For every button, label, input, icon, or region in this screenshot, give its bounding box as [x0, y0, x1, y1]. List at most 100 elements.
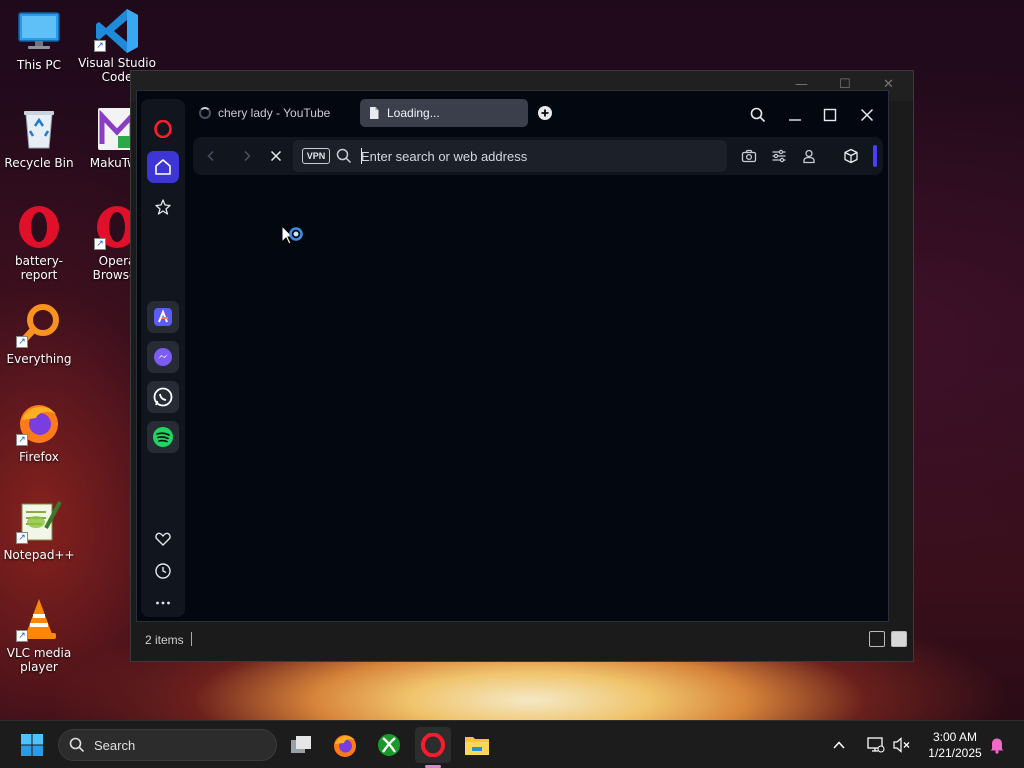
opera-logo-icon	[421, 733, 445, 757]
start-button[interactable]	[14, 727, 50, 763]
sidebar-more-button[interactable]	[147, 587, 179, 619]
shortcut-arrow-icon: ↗	[94, 238, 106, 250]
shortcut-arrow-icon: ↗	[16, 630, 28, 642]
shortcut-arrow-icon: ↗	[16, 532, 28, 544]
back-arrow-icon	[207, 150, 214, 162]
cube-icon	[844, 148, 858, 164]
taskbar-opera[interactable]	[415, 727, 451, 763]
close-icon	[270, 150, 282, 162]
maximize-icon	[823, 108, 837, 122]
aria-icon	[154, 308, 172, 326]
sidebar-item-messenger[interactable]	[147, 341, 179, 373]
sidebar-item-spotify[interactable]	[147, 421, 179, 453]
tab-title: Loading...	[387, 106, 440, 120]
search-label: Search	[94, 738, 136, 753]
desktop-icon-label: This PC	[17, 58, 61, 72]
network-status-button[interactable]	[863, 727, 889, 763]
sidebar-item-history[interactable]	[147, 555, 179, 587]
notepadpp-icon: ↗	[16, 498, 62, 544]
desktop-icon-this-pc[interactable]: This PC	[0, 8, 78, 72]
taskbar-search-box[interactable]: Search	[58, 729, 277, 761]
tab-search-button[interactable]	[746, 105, 770, 125]
vpn-badge[interactable]: VPN	[302, 148, 330, 164]
loading-spinner-icon	[199, 107, 211, 119]
desktop-icon-battery-report[interactable]: battery-report	[0, 204, 78, 282]
tab-bar: chery lady - YouTube Loading...	[193, 97, 888, 127]
taskbar-file-explorer[interactable]	[459, 727, 495, 763]
sidebar-item-whatsapp[interactable]	[147, 381, 179, 413]
forward-button[interactable]	[237, 146, 257, 166]
window-close-button[interactable]	[855, 105, 879, 125]
sidebar-item-bookmarks[interactable]	[147, 523, 179, 555]
folder-icon	[465, 737, 489, 755]
minimize-icon	[789, 119, 801, 121]
profile-button[interactable]	[799, 146, 819, 166]
opera-browser-window[interactable]: chery lady - YouTube Loading... VPN Ente…	[136, 90, 889, 622]
page-icon	[370, 107, 379, 119]
search-icon	[750, 107, 766, 123]
window-maximize-button[interactable]	[818, 105, 842, 125]
easy-setup-button[interactable]	[769, 146, 789, 166]
details-view-icon[interactable]	[869, 631, 885, 647]
desktop-icon-vlc[interactable]: ↗ VLC media player	[0, 596, 78, 674]
star-icon	[155, 199, 171, 215]
opera-menu-button[interactable]	[147, 113, 179, 145]
stop-loading-button[interactable]	[266, 146, 286, 166]
text-caret	[361, 148, 362, 164]
sidebar-item-home[interactable]	[147, 151, 179, 183]
taskbar-xbox[interactable]	[371, 727, 407, 763]
taskbar-firefox[interactable]	[327, 727, 363, 763]
network-icon	[867, 737, 885, 753]
notifications-button[interactable]	[984, 727, 1010, 763]
clock-time: 3:00 AM	[932, 730, 978, 744]
home-icon	[155, 159, 171, 175]
clock-icon	[155, 563, 171, 579]
desktop-icon-notepadpp[interactable]: ↗ Notepad++	[0, 498, 78, 562]
tiles-view-icon[interactable]	[891, 631, 907, 647]
clock-date: 1/21/2025	[928, 746, 982, 760]
messenger-icon	[154, 348, 172, 366]
opera-sidebar	[141, 99, 185, 617]
snapshot-button[interactable]	[739, 146, 759, 166]
desktop-icon-recycle-bin[interactable]: Recycle Bin	[0, 106, 78, 170]
taskbar: Search 3:00 AM 1/21/2025	[0, 720, 1024, 768]
new-tab-button[interactable]	[533, 103, 557, 123]
speaker-muted-icon	[893, 737, 910, 753]
task-view-button[interactable]	[283, 727, 319, 763]
desktop-icon-label: Recycle Bin	[4, 156, 74, 170]
search-icon	[336, 148, 352, 168]
heart-icon	[155, 532, 171, 546]
desktop-icon-label: VLC media player	[6, 646, 72, 674]
tab-loading[interactable]: Loading...	[360, 99, 528, 127]
firefox-icon	[334, 735, 356, 757]
back-button[interactable]	[201, 146, 221, 166]
desktop-icon-everything[interactable]: ↗ Everything	[0, 302, 78, 366]
extensions-button[interactable]	[841, 146, 861, 166]
chevron-up-icon	[833, 741, 845, 749]
sliders-icon	[772, 149, 786, 163]
whatsapp-icon	[153, 387, 173, 407]
monitor-icon	[16, 8, 62, 54]
mouse-cursor-busy-icon	[281, 224, 307, 255]
shortcut-arrow-icon: ↗	[16, 336, 28, 348]
volume-button[interactable]	[889, 727, 915, 763]
tab-youtube[interactable]: chery lady - YouTube	[193, 99, 353, 127]
window-minimize-button[interactable]	[783, 105, 807, 125]
search-icon	[69, 737, 85, 757]
extension-indicator[interactable]	[873, 145, 877, 167]
address-input[interactable]	[361, 145, 711, 167]
desktop-icon-firefox[interactable]: ↗ Firefox	[0, 400, 78, 464]
desktop-icon-label: Firefox	[19, 450, 59, 464]
url-box[interactable]: VPN	[293, 140, 727, 172]
taskbar-clock[interactable]: 3:00 AM 1/21/2025	[920, 729, 990, 761]
sidebar-item-pinboards[interactable]	[147, 191, 179, 223]
task-view-icon	[291, 736, 311, 753]
vscode-icon: ↗	[94, 6, 140, 53]
sidebar-item-aria[interactable]	[147, 301, 179, 333]
tab-title: chery lady - YouTube	[218, 106, 331, 120]
recycle-bin-icon	[16, 106, 62, 152]
show-hidden-icons-button[interactable]	[827, 727, 851, 763]
firefox-icon: ↗	[16, 400, 62, 446]
close-icon	[860, 108, 874, 122]
status-separator	[191, 632, 192, 646]
